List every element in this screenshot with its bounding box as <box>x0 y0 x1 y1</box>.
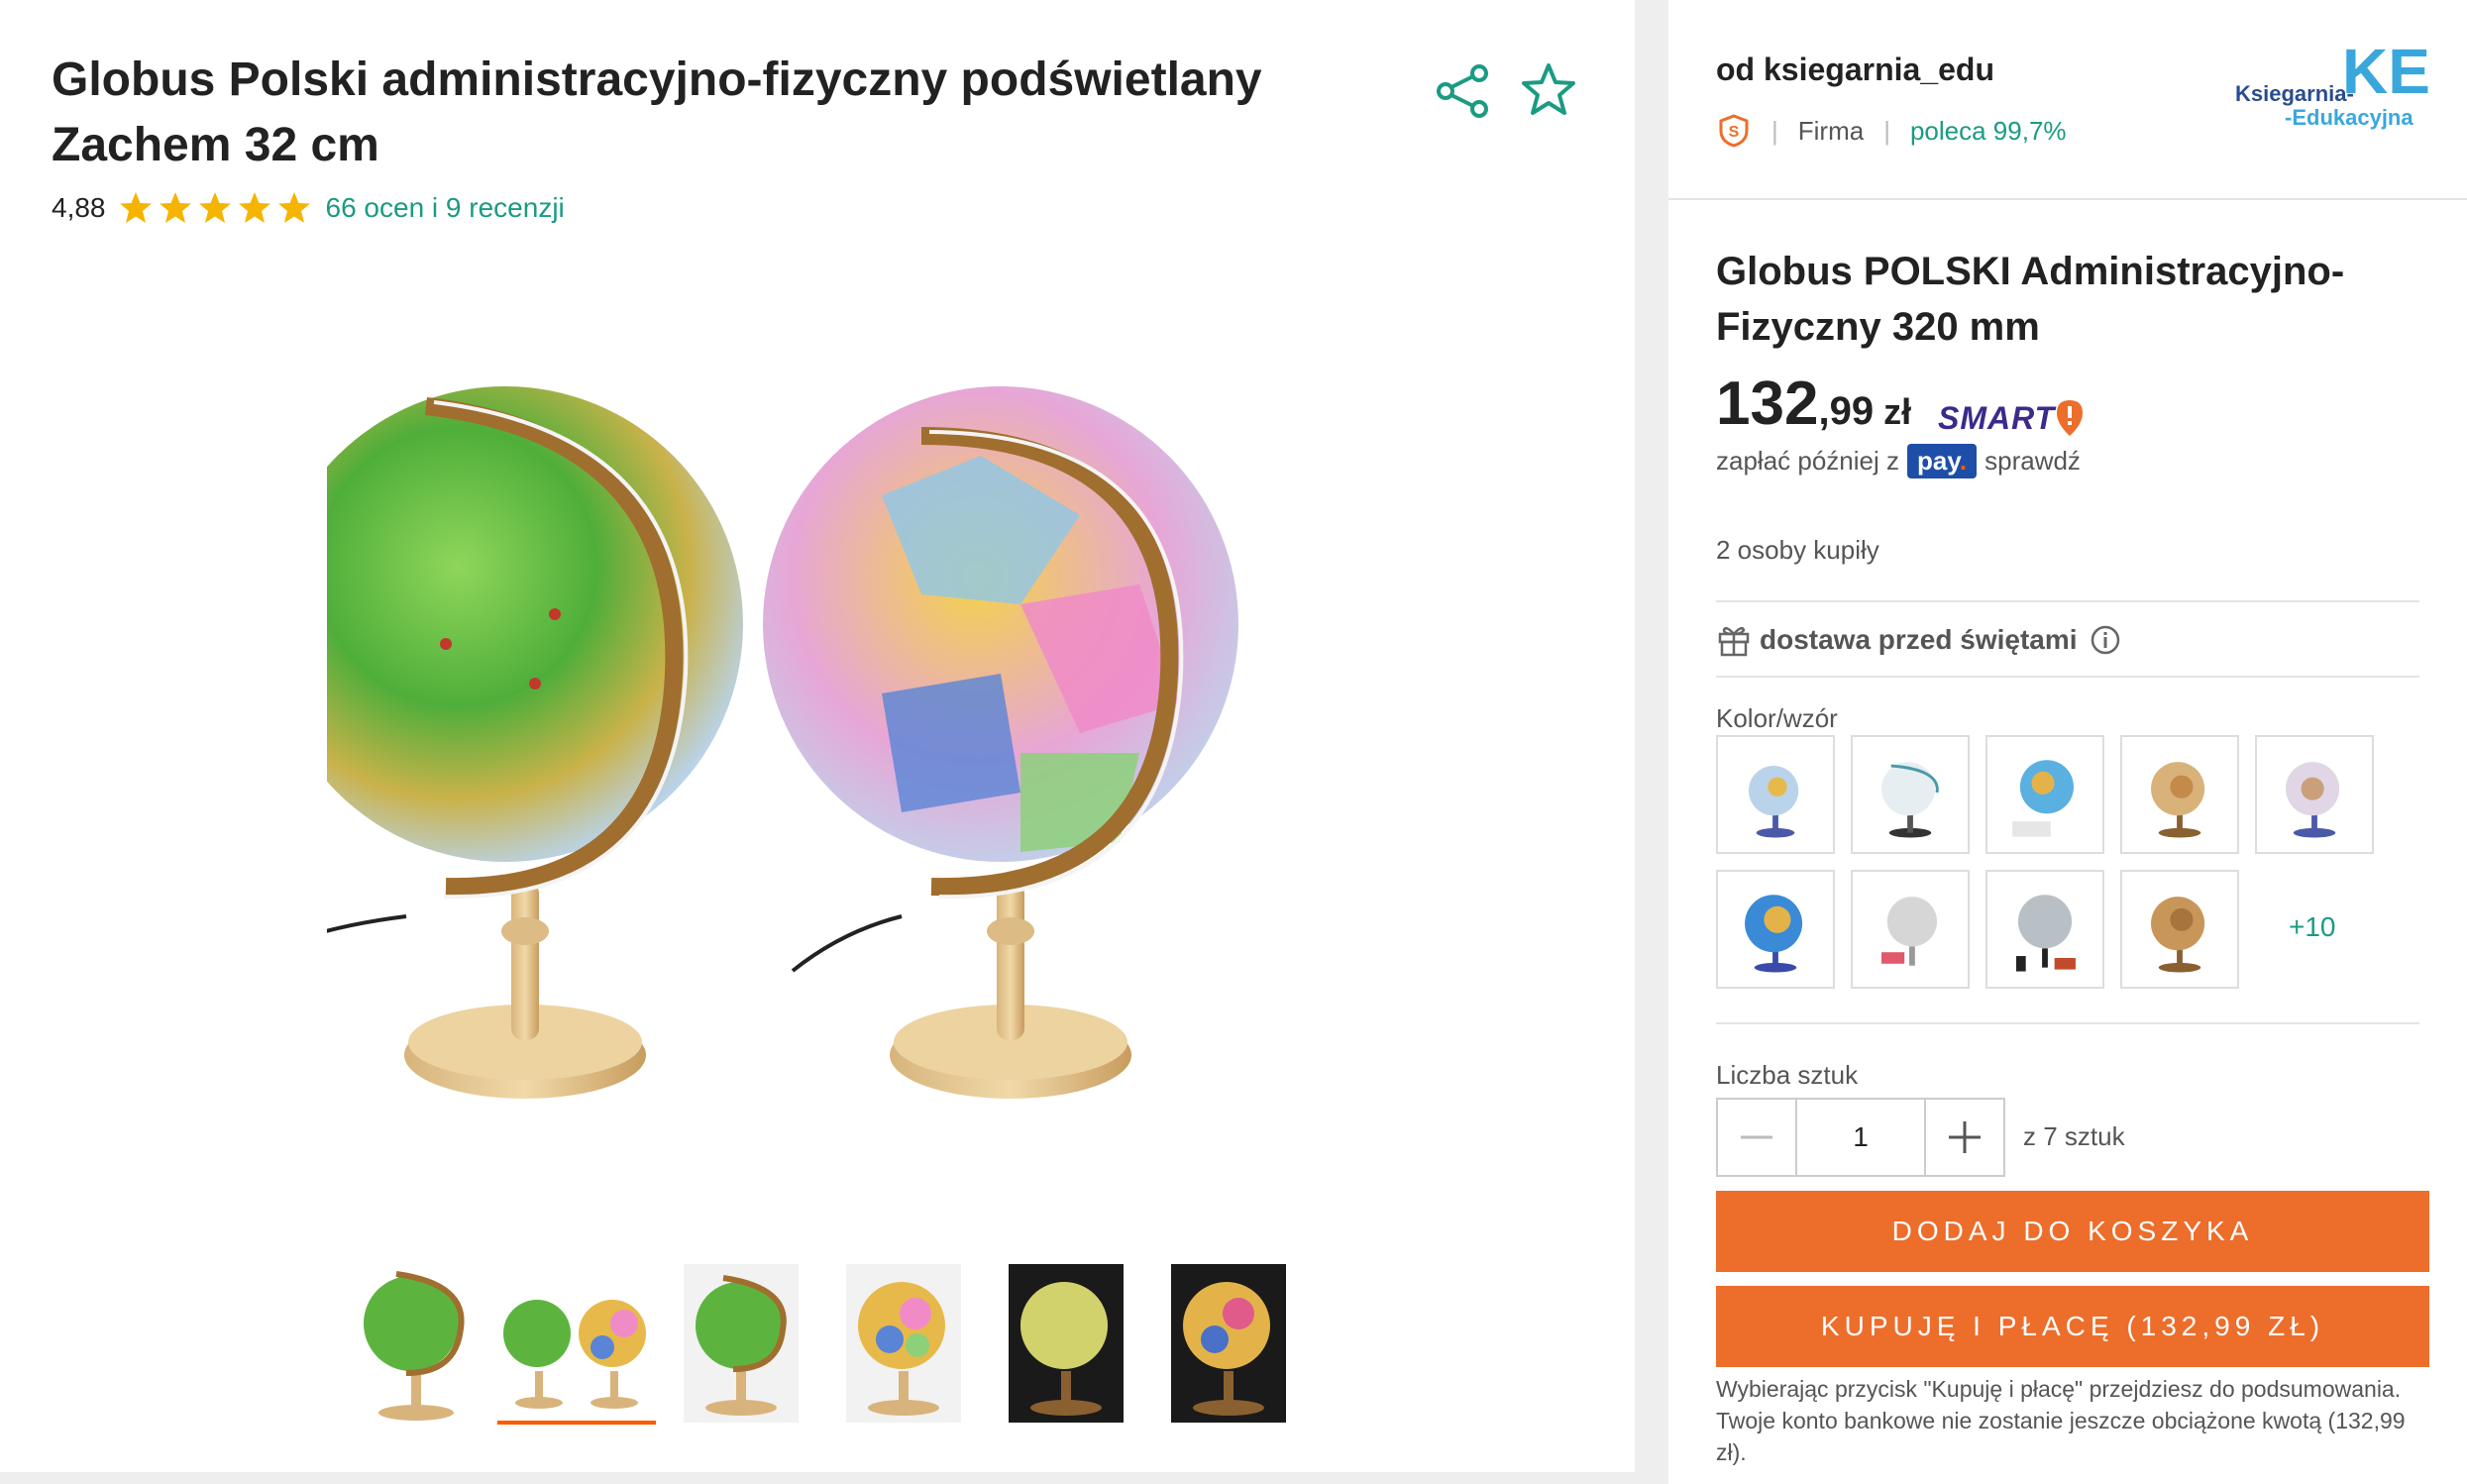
divider <box>1716 676 2419 678</box>
thumbnail-image[interactable] <box>1171 1264 1286 1423</box>
buy-now-button[interactable]: KUPUJĘ I PŁACĘ (132,99 ZŁ) <box>1716 1286 2429 1367</box>
buyers-count: 2 osoby kupiły <box>1716 535 1879 565</box>
seller-meta: S | Firma | poleca 99,7% <box>1716 111 2067 151</box>
smart-pin-icon <box>2057 400 2084 436</box>
offer-title: Globus POLSKI Administracyjno-Fizyczny 3… <box>1716 250 2345 349</box>
buy-now-note: Wybierając przycisk "Kupuję i płacę" prz… <box>1716 1376 2406 1465</box>
variant-swatch[interactable] <box>1851 870 1970 989</box>
divider <box>1716 1022 2419 1024</box>
price-decimal: ,99 <box>1818 389 1875 433</box>
separator: | <box>1883 115 1890 146</box>
thumbnail-image[interactable] <box>357 1264 476 1423</box>
star-icon <box>159 192 191 223</box>
variant-swatch[interactable] <box>2120 870 2239 989</box>
pay-badge: pay. <box>1907 444 1978 478</box>
star-icon <box>238 192 270 223</box>
price-currency: zł <box>1883 391 1912 432</box>
star-icon <box>198 192 231 223</box>
color-variant-label: Kolor/wzór <box>1716 703 1838 733</box>
seller-type: Firma <box>1797 115 1865 146</box>
quantity-label: Liczba sztuk <box>1716 1060 1859 1090</box>
rating-stars <box>118 190 312 226</box>
add-to-cart-button[interactable]: DODAJ DO KOSZYKA <box>1716 1191 2429 1272</box>
seller-logo-mark: Ksiegarnia- -Edukacyjna KE <box>2235 36 2430 130</box>
logo-line1: Ksiegarnia- <box>2235 81 2354 106</box>
favorite-star-icon[interactable] <box>1520 61 1577 119</box>
share-icon[interactable] <box>1434 63 1493 119</box>
svg-text:S: S <box>1729 124 1740 141</box>
gift-icon <box>1718 626 1750 657</box>
quantity-input[interactable]: 1 <box>1797 1098 1924 1177</box>
rating-row: 4,88 66 ocen i 9 recenzji <box>52 186 565 230</box>
thumbnail-image[interactable] <box>846 1264 961 1423</box>
minus-icon <box>1741 1135 1772 1139</box>
info-icon[interactable] <box>2090 624 2121 656</box>
seller-recommendation[interactable]: poleca 99,7% <box>1910 116 2067 147</box>
thumbnail-image[interactable] <box>1009 1264 1124 1423</box>
smart-badge[interactable]: SMART <box>1938 396 2085 440</box>
variant-swatch[interactable] <box>1985 735 2104 854</box>
logo-mark-text: KE <box>2342 46 2430 107</box>
quantity-stepper: 1 <box>1716 1098 2005 1177</box>
offer-panel: od ksiegarnia_edu S | Firma | poleca 99,… <box>1668 0 2467 1484</box>
pay-badge-dot: . <box>1959 446 1968 476</box>
logo-line2: -Edukacyjna <box>2285 105 2413 130</box>
variant-swatch[interactable] <box>1716 870 1835 989</box>
pay-later: zapłać później z pay. sprawdź <box>1716 444 2081 478</box>
variant-swatch[interactable] <box>1716 735 1835 854</box>
reviews-link[interactable]: 66 ocen i 9 recenzji <box>326 192 565 224</box>
variant-swatch[interactable] <box>2255 735 2374 854</box>
delivery-info: dostawa przed świętami <box>1716 620 2121 660</box>
super-seller-shield-icon: S <box>1719 114 1749 148</box>
more-variants-link[interactable]: +10 <box>2289 911 2336 943</box>
separator: | <box>1771 115 1778 146</box>
quantity-available: z 7 sztuk <box>2023 1121 2125 1151</box>
pay-later-check-link[interactable]: sprawdź <box>1984 446 2081 477</box>
thumbnail-selected-indicator <box>497 1421 656 1425</box>
seller-logo[interactable]: Ksiegarnia- -Edukacyjna KE <box>2235 36 2439 137</box>
price-integer: 132 <box>1716 370 1819 438</box>
smart-label: SMART <box>1938 399 2056 436</box>
delivery-label: dostawa przed świętami <box>1760 624 2078 655</box>
price: 132 ,99 zł <box>1716 369 1911 439</box>
pay-later-prefix: zapłać później z <box>1716 446 1899 476</box>
rating-value: 4,88 <box>52 192 106 223</box>
divider <box>1716 600 2419 602</box>
quantity-decrease-button[interactable] <box>1716 1098 1797 1177</box>
thumbnail-image[interactable] <box>684 1264 799 1423</box>
star-icon <box>277 192 310 223</box>
plus-icon <box>1949 1121 1981 1153</box>
quantity-increase-button[interactable] <box>1924 1098 2005 1177</box>
product-gallery-panel: Globus Polski administracyjno-fizyczny p… <box>0 0 1635 1472</box>
seller-name[interactable]: od ksiegarnia_edu <box>1716 52 1994 88</box>
star-icon <box>119 192 152 223</box>
divider <box>1668 198 2467 200</box>
variant-swatch[interactable] <box>1985 870 2104 989</box>
pay-badge-text: pay <box>1917 446 1960 476</box>
thumbnail-image-selected[interactable] <box>497 1264 656 1423</box>
product-title: Globus Polski administracyjno-fizyczny p… <box>52 53 1262 171</box>
variant-swatch[interactable] <box>2120 735 2239 854</box>
variant-swatch[interactable] <box>1851 735 1970 854</box>
main-product-image[interactable] <box>327 376 1338 1129</box>
